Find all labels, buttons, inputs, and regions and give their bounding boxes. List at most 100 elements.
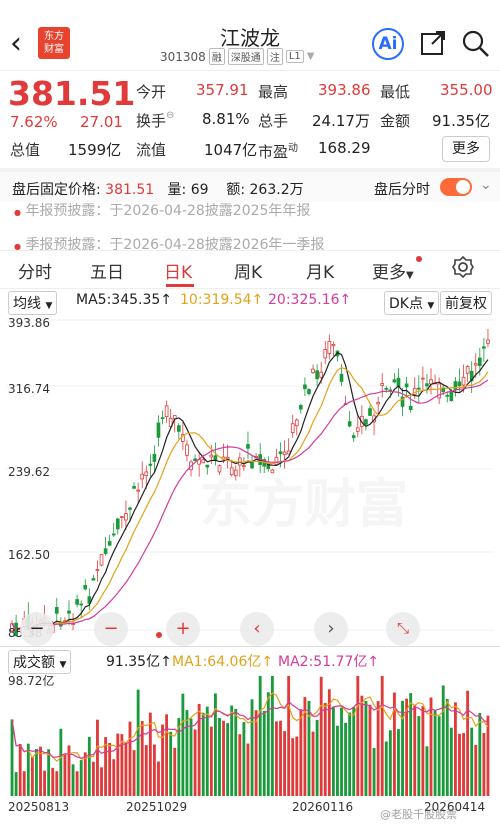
candle-body: [364, 419, 368, 425]
candle-body: [156, 422, 161, 438]
volume-bar: [181, 693, 185, 796]
share-icon[interactable]: [420, 30, 446, 56]
volume-bar: [226, 723, 230, 796]
volume-bar: [148, 712, 152, 796]
turnover-label[interactable]: 换手⊖: [136, 110, 174, 131]
volume-bar: [185, 710, 189, 796]
volume-ma2-line: [11, 700, 489, 759]
volume-bar: [10, 719, 14, 796]
volume-bar: [63, 753, 67, 796]
volume-bar: [140, 721, 144, 796]
y-tick-label: 393.86: [8, 316, 50, 330]
candle-body: [99, 554, 104, 566]
search-icon[interactable]: [462, 30, 490, 58]
tag-margin: 融: [208, 48, 225, 65]
settings-icon[interactable]: [452, 256, 474, 278]
candle-body: [103, 548, 108, 554]
chevron-left-icon[interactable]: ‹: [240, 612, 274, 646]
candle-body: [339, 373, 344, 382]
candle-body: [282, 451, 287, 456]
volume-bar: [331, 706, 335, 796]
candle-body: [185, 444, 189, 456]
high-label: 最高: [258, 83, 289, 101]
candle-body: [67, 610, 71, 614]
volume-bar: [124, 743, 128, 796]
volume-chart[interactable]: [0, 668, 500, 796]
date-label: 20250813: [8, 800, 70, 814]
candle-body: [278, 451, 283, 455]
volume-bar: [230, 705, 234, 796]
volume-bar: [35, 748, 38, 796]
candle-body: [331, 343, 336, 347]
volume-bar: [283, 731, 286, 796]
open-label: 今开: [136, 83, 167, 101]
candle-body: [319, 371, 324, 378]
candle-body: [315, 370, 319, 380]
tab-weekly-k[interactable]: 周K: [234, 258, 262, 283]
volume-bar: [311, 731, 315, 796]
zoom-out-button[interactable]: −: [94, 612, 128, 646]
volume-bar: [144, 745, 148, 796]
candle-body: [368, 408, 372, 416]
fullscreen-icon[interactable]: ⤡: [386, 612, 420, 646]
tab-monthly-k[interactable]: 月K: [306, 258, 334, 283]
candle-body: [449, 390, 454, 402]
tag-note: 注: [266, 48, 283, 65]
ma10-value: 10:319.54↑: [180, 292, 264, 308]
volume-bar: [323, 702, 327, 796]
volume-bar: [91, 761, 95, 796]
news-ticker[interactable]: ● 年报预披露：于2026-04-28披露2025年年报 ● 季报预披露：于20…: [0, 202, 500, 250]
candle-body: [111, 533, 116, 536]
candle-body: [246, 444, 250, 449]
chevron-right-icon[interactable]: ›: [314, 612, 348, 646]
chevron-down-icon[interactable]: ▼: [307, 51, 315, 62]
volume-bar: [205, 706, 209, 796]
candle-body: [193, 458, 197, 462]
watermark-text: @老股千股股票: [380, 808, 457, 821]
volume-bar: [344, 722, 348, 796]
volume-bar: [43, 770, 46, 796]
candle-body: [107, 541, 112, 546]
candle-body: [79, 603, 84, 606]
candle-body: [164, 405, 169, 417]
news-item[interactable]: ● 年报预披露：于2026-04-28披露2025年年报: [14, 202, 310, 220]
tab-five-day[interactable]: 五日: [90, 258, 124, 283]
tab-daily-k[interactable]: 日K: [164, 258, 192, 283]
volume-bar: [116, 733, 120, 796]
candle-body: [140, 473, 145, 480]
chevron-down-icon[interactable]: ⌄: [480, 177, 492, 193]
marker-dot: [156, 632, 162, 638]
volume-label: 总手: [258, 112, 289, 130]
volume-bar: [437, 716, 441, 796]
volume-bar: [315, 719, 319, 796]
volume-bar: [376, 701, 380, 796]
minus-icon[interactable]: −: [20, 612, 54, 646]
candle-body: [176, 425, 181, 432]
info-icon[interactable]: ⊖: [166, 110, 174, 121]
ai-assistant-button[interactable]: Ai: [372, 28, 404, 60]
candle-body: [148, 463, 153, 466]
zoom-in-button[interactable]: +: [166, 612, 200, 646]
pe-label: 市盈动: [258, 143, 299, 161]
news-item[interactable]: ● 季报预披露：于2026-04-28披露2026年一季报: [14, 234, 324, 250]
volume-bar: [218, 717, 221, 796]
volume-bar: [266, 692, 270, 796]
candle-body: [384, 387, 389, 390]
volume-bar: [59, 728, 63, 796]
y-tick-label: 316.74: [8, 382, 50, 396]
after-hours-toggle[interactable]: [440, 178, 472, 196]
tab-more[interactable]: 更多▼: [372, 258, 414, 283]
y-tick-label: 239.62: [8, 465, 50, 479]
volume-bar: [417, 716, 421, 796]
candle-body: [478, 357, 482, 366]
volume-bar: [152, 744, 156, 796]
volume-bar: [254, 710, 258, 796]
volume-bar: [209, 726, 213, 796]
tab-intraday[interactable]: 分时: [18, 258, 52, 283]
tag-connect: 深股通: [227, 48, 264, 65]
volume-bar: [262, 710, 266, 796]
volume-bar: [165, 714, 169, 796]
volume-bar: [222, 720, 225, 796]
candle-body: [132, 486, 136, 489]
more-button[interactable]: 更多: [442, 136, 490, 162]
